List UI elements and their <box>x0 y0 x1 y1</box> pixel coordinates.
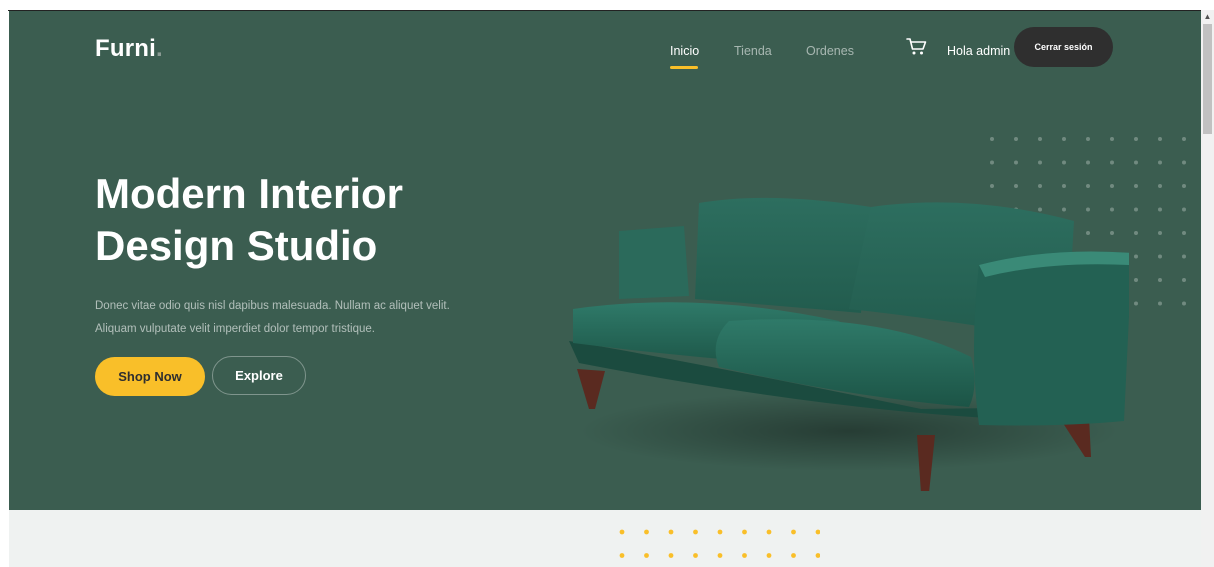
hero-title-line1: Modern Interior <box>95 170 404 217</box>
browser-top-strip <box>0 0 1214 10</box>
left-gutter <box>0 11 9 567</box>
scrollbar-thumb[interactable] <box>1203 24 1212 134</box>
hero-title: Modern Interior Design Studio <box>95 168 515 272</box>
sofa-image <box>569 197 1129 491</box>
explore-button[interactable]: Explore <box>212 356 306 395</box>
nav-active-indicator <box>670 66 698 69</box>
cart-icon[interactable] <box>906 37 928 57</box>
logout-button[interactable]: Cerrar sesión <box>1014 27 1113 67</box>
brand-dot: . <box>156 35 163 62</box>
hero-section: Furni. Inicio Tienda Ordenes Hola admin … <box>9 11 1201 510</box>
vertical-scrollbar[interactable]: ▲ <box>1201 10 1214 567</box>
scroll-up-arrow-icon[interactable]: ▲ <box>1201 10 1214 23</box>
brand-name: Furni <box>95 35 156 62</box>
hero-title-line2: Design Studio <box>95 222 378 269</box>
hero-description: Donec vitae odio quis nisl dapibus males… <box>95 300 450 335</box>
brand-logo[interactable]: Furni. <box>95 35 163 63</box>
nav-item-tienda[interactable]: Tienda <box>734 44 772 58</box>
nav-item-ordenes[interactable]: Ordenes <box>806 44 854 58</box>
nav-item-inicio[interactable]: Inicio <box>670 44 699 58</box>
yellow-dot-decoration <box>619 529 820 558</box>
shop-now-button[interactable]: Shop Now <box>95 357 205 396</box>
user-greeting: Hola admin <box>947 44 1011 58</box>
